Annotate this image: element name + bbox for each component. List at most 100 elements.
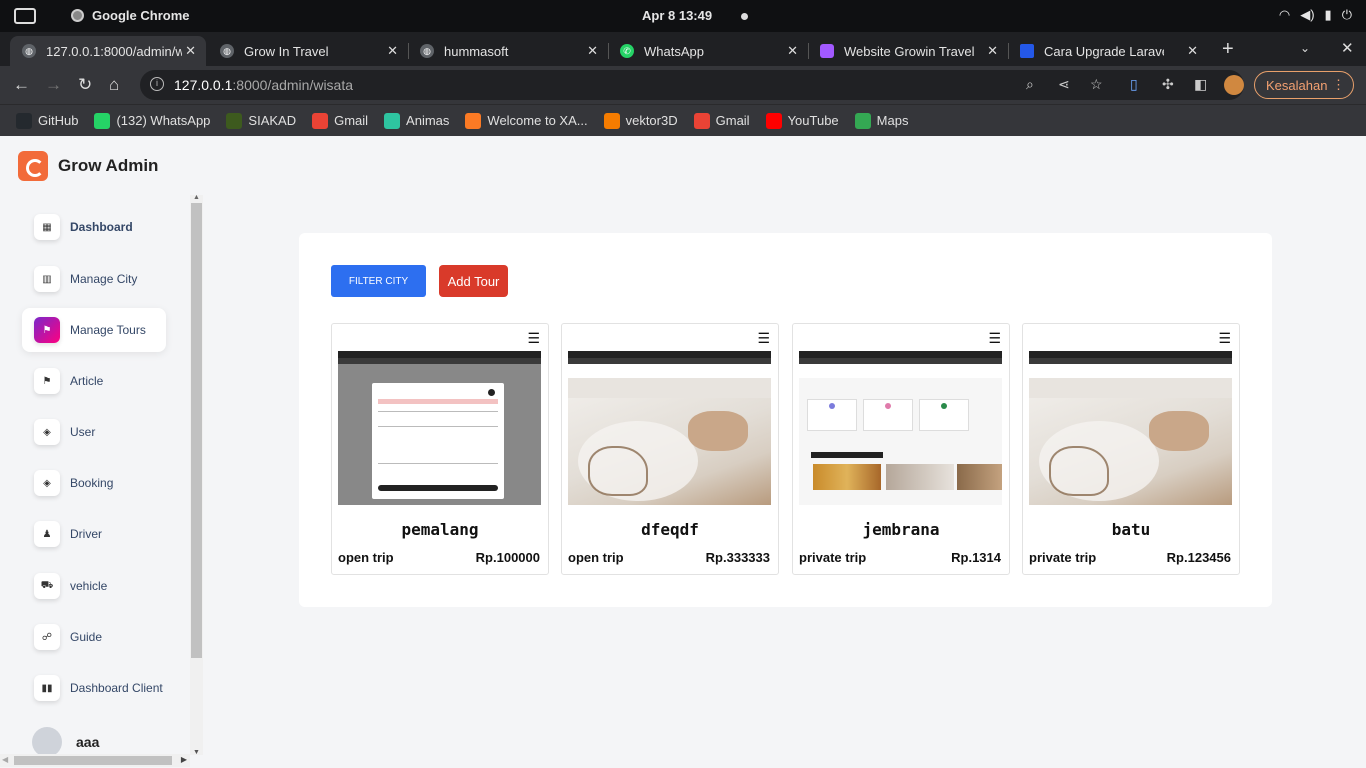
- tour-card[interactable]: ☰ dfeqdf open trip Rp.333333: [561, 323, 779, 575]
- tour-type: private trip: [799, 550, 867, 565]
- back-icon[interactable]: ←: [13, 75, 30, 95]
- chrome-icon: [71, 9, 84, 22]
- zoom-icon[interactable]: ⌕: [1026, 76, 1034, 93]
- tour-price: Rp.123456: [1166, 550, 1231, 565]
- sidebar-item-dashboard[interactable]: ▦ Dashboard: [22, 205, 166, 249]
- tab-laravel[interactable]: Cara Upgrade Laravel ✕: [1008, 36, 1208, 66]
- close-icon[interactable]: ✕: [1187, 43, 1198, 59]
- bookmark-item[interactable]: SIAKAD: [226, 112, 296, 129]
- sidebar-item-guide[interactable]: ☍ Guide: [22, 615, 166, 659]
- bookmark-item[interactable]: vektor3D: [603, 112, 678, 129]
- sidebar-item-manage-city[interactable]: ▥ Manage City: [22, 257, 166, 301]
- sidepanel-icon[interactable]: ◧: [1194, 76, 1207, 93]
- globe-icon: ◍: [420, 44, 434, 58]
- avatar[interactable]: [1224, 75, 1244, 95]
- sidebar-scrollbar[interactable]: ▲ ▼: [190, 194, 203, 756]
- sidebar-item-label: Dashboard Client: [70, 681, 163, 695]
- close-icon[interactable]: ✕: [987, 43, 998, 59]
- scroll-left-icon[interactable]: ◀: [2, 755, 8, 764]
- bookmark-item[interactable]: GitHub: [16, 112, 79, 129]
- article-icon: ⚑: [34, 368, 60, 394]
- bookmark-item[interactable]: Welcome to XA...: [465, 112, 588, 129]
- scrollbar-thumb[interactable]: [14, 756, 172, 765]
- close-icon[interactable]: ✕: [387, 43, 398, 59]
- error-profile-button[interactable]: Kesalahan ⋮: [1254, 71, 1354, 99]
- sidebar-item-dashboard-client[interactable]: ▮▮ Dashboard Client: [22, 666, 166, 710]
- menu-icon[interactable]: ☰: [757, 330, 770, 347]
- window-close-icon[interactable]: ✕: [1341, 39, 1354, 57]
- extension-icon[interactable]: ▯: [1130, 76, 1138, 93]
- sidebar-item-driver[interactable]: ♟ Driver: [22, 512, 166, 556]
- puzzle-icon[interactable]: ✣: [1162, 76, 1174, 93]
- address-bar[interactable]: i 127.0.0.1:8000/admin/wisata ⌕ ⋖ ☆: [140, 70, 1244, 100]
- filter-city-button[interactable]: FILTER CITY: [331, 265, 426, 297]
- tour-thumbnail: [1029, 351, 1232, 505]
- close-icon[interactable]: ✕: [185, 43, 196, 59]
- scrollbar-thumb[interactable]: [191, 203, 202, 658]
- tour-card[interactable]: ☰ jembrana private trip Rp.1314: [792, 323, 1010, 575]
- tab-hummasoft[interactable]: ◍ hummasoft ✕: [408, 36, 609, 66]
- close-icon[interactable]: ✕: [787, 43, 798, 59]
- tour-card[interactable]: ☰ pemalang open trip Rp.100000: [331, 323, 549, 575]
- sidebar-item-label: Manage City: [70, 272, 138, 286]
- add-tour-button[interactable]: Add Tour: [439, 265, 508, 297]
- bookmark-item[interactable]: Animas: [384, 112, 449, 129]
- sidebar-item-booking[interactable]: ◈ Booking: [22, 461, 166, 505]
- share-icon[interactable]: ⋖: [1058, 76, 1070, 93]
- scroll-up-icon[interactable]: ▲: [193, 194, 200, 201]
- brand[interactable]: Grow Admin: [18, 151, 158, 181]
- thumbnail-header: [1029, 364, 1232, 378]
- sidebar-item-vehicle[interactable]: ⛟ vehicle: [22, 564, 166, 608]
- url-text[interactable]: 127.0.0.1:8000/admin/wisata: [174, 77, 353, 93]
- new-tab-icon[interactable]: +: [1222, 38, 1234, 61]
- tab-figma[interactable]: Website Growin Travel ✕: [808, 36, 1009, 66]
- bookmark-item[interactable]: Gmail: [693, 112, 750, 129]
- figma-icon: [820, 44, 834, 58]
- vektor-icon: [603, 112, 620, 129]
- activities-icon[interactable]: [14, 8, 36, 24]
- user-profile[interactable]: aaa: [32, 727, 99, 757]
- menu-icon[interactable]: ☰: [988, 330, 1001, 347]
- close-icon[interactable]: ✕: [587, 43, 598, 59]
- error-label: Kesalahan: [1266, 78, 1328, 93]
- sidebar-item-user[interactable]: ◈ User: [22, 410, 166, 454]
- horizontal-scrollbar[interactable]: ◀ ▶: [0, 754, 190, 767]
- chevron-down-icon[interactable]: ⌄: [1300, 41, 1310, 55]
- scroll-down-icon[interactable]: ▼: [193, 749, 200, 756]
- forward-icon[interactable]: →: [45, 75, 62, 95]
- logo-icon: [18, 151, 48, 181]
- user-name: aaa: [76, 734, 100, 750]
- menu-icon[interactable]: ☰: [527, 330, 540, 347]
- home-icon[interactable]: ⌂: [109, 75, 119, 95]
- system-tray[interactable]: ◠ ◀) ▮ ⏻: [1279, 7, 1352, 23]
- tab-admin-wisata[interactable]: ◍ 127.0.0.1:8000/admin/wisata ✕: [10, 36, 206, 66]
- sidebar-item-label: Driver: [70, 527, 102, 541]
- bookmark-item[interactable]: Gmail: [312, 112, 368, 129]
- tour-card[interactable]: ☰ batu private trip Rp.123456: [1022, 323, 1240, 575]
- tab-whatsapp[interactable]: ✆ WhatsApp ✕: [608, 36, 809, 66]
- star-icon[interactable]: ☆: [1090, 76, 1103, 93]
- tab-title: 127.0.0.1:8000/admin/wisata: [46, 43, 182, 59]
- brand-name: Grow Admin: [58, 156, 159, 175]
- active-app-name[interactable]: Google Chrome: [92, 8, 190, 23]
- tour-thumbnail: [338, 351, 541, 505]
- siakad-icon: [226, 112, 243, 129]
- sidebar-item-manage-tours[interactable]: ⚑ Manage Tours: [22, 308, 166, 352]
- tab-grow-in-travel[interactable]: ◍ Grow In Travel ✕: [208, 36, 409, 66]
- bookmark-item[interactable]: YouTube: [765, 112, 839, 129]
- info-icon[interactable]: i: [150, 77, 164, 91]
- bookmark-item[interactable]: Maps: [854, 112, 909, 129]
- gmail-icon: [312, 112, 329, 129]
- more-icon[interactable]: ⋮: [1332, 77, 1345, 93]
- menu-icon[interactable]: ☰: [1218, 330, 1231, 347]
- car-icon: ⛟: [34, 573, 60, 599]
- reload-icon[interactable]: ↻: [78, 75, 92, 95]
- scroll-right-icon[interactable]: ▶: [181, 755, 187, 764]
- clock[interactable]: Apr 8 13:49: [642, 8, 712, 23]
- bookmark-item[interactable]: (132) WhatsApp: [94, 112, 210, 129]
- bookmark-label: GitHub: [38, 113, 79, 128]
- bookmark-label: Maps: [876, 113, 909, 128]
- sidebar-item-label: Article: [70, 374, 104, 388]
- youtube-icon: [765, 112, 782, 129]
- sidebar-item-article[interactable]: ⚑ Article: [22, 359, 166, 403]
